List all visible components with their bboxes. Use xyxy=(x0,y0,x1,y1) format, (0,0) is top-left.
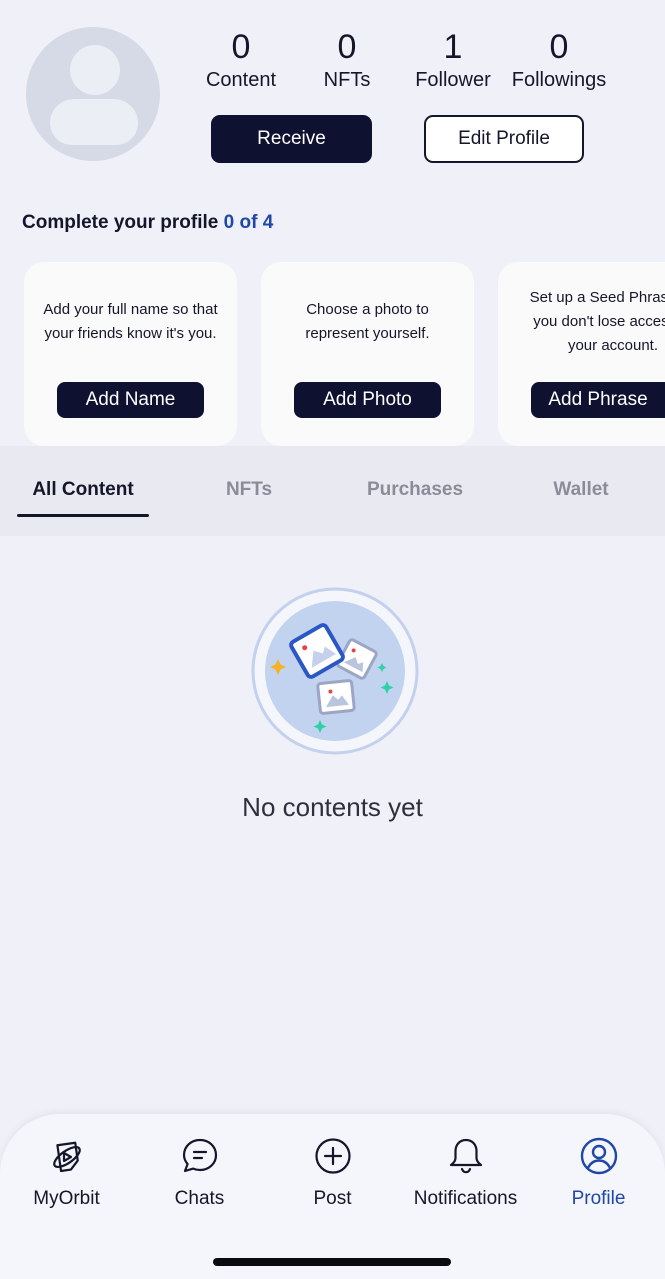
profile-screen: 0 Content 0 NFTs 1 Follower 0 Followings… xyxy=(0,0,665,1279)
avatar-body-shape xyxy=(50,99,138,145)
stat-followings[interactable]: 0 Followings xyxy=(504,28,614,93)
stat-nfts[interactable]: 0 NFTs xyxy=(292,28,402,93)
home-indicator[interactable] xyxy=(213,1258,451,1266)
images-illustration-icon xyxy=(251,587,419,755)
stat-value: 1 xyxy=(443,28,463,66)
profile-task-card-photo: Choose a photo to represent yourself. Ad… xyxy=(261,262,474,446)
profile-task-card-name: Add your full name so that your friends … xyxy=(24,262,237,446)
nav-item-profile[interactable]: Profile xyxy=(532,1136,665,1210)
stat-value: 0 xyxy=(231,28,251,66)
empty-state-text: No contents yet xyxy=(242,792,423,822)
avatar-head-shape xyxy=(70,45,120,95)
complete-profile-progress: 0 of 4 xyxy=(223,212,274,233)
nav-label: Post xyxy=(313,1188,352,1209)
nav-label: Chats xyxy=(174,1188,225,1209)
stat-followers[interactable]: 1 Follower xyxy=(398,28,508,93)
user-circle-icon xyxy=(580,1137,617,1175)
add-name-button[interactable]: Add Name xyxy=(57,382,204,418)
nav-label: Notifications xyxy=(413,1188,518,1209)
stat-label: Followings xyxy=(511,69,607,91)
complete-profile-title: Complete your profile 0 of 4 xyxy=(22,212,273,234)
nav-label: MyOrbit xyxy=(33,1188,100,1209)
orbit-icon xyxy=(52,1141,81,1173)
stat-label: NFTs xyxy=(323,69,371,91)
stat-value: 0 xyxy=(549,28,569,66)
stat-label: Content xyxy=(205,69,277,91)
bottom-nav: MyOrbit Chats Post Notifications Profile xyxy=(0,1114,665,1279)
nav-item-notifications[interactable]: Notifications xyxy=(399,1136,532,1210)
tab-all-content[interactable]: All Content xyxy=(17,479,149,501)
bell-icon xyxy=(449,1138,482,1174)
tab-purchases[interactable]: Purchases xyxy=(345,479,485,501)
tab-nfts[interactable]: NFTs xyxy=(189,479,309,501)
edit-profile-button[interactable]: Edit Profile xyxy=(424,115,584,163)
receive-button[interactable]: Receive xyxy=(211,115,372,163)
card-description: Set up a Seed Phrase so you don't lose a… xyxy=(529,289,665,354)
tab-wallet[interactable]: Wallet xyxy=(521,479,641,501)
stat-label: Follower xyxy=(415,69,491,91)
stat-value: 0 xyxy=(337,28,357,66)
add-phrase-button[interactable]: Add Phrase xyxy=(531,382,665,418)
active-tab-indicator xyxy=(17,514,149,517)
nav-label: Profile xyxy=(571,1188,626,1209)
card-description: Choose a photo to represent yourself. xyxy=(305,301,430,342)
card-description: Add your full name so that your friends … xyxy=(43,301,218,342)
avatar[interactable] xyxy=(26,27,160,161)
chat-bubble-icon xyxy=(182,1138,217,1173)
complete-profile-label: Complete your profile xyxy=(22,212,219,233)
content-tabs: All Content NFTs Purchases Wallet xyxy=(0,446,665,536)
add-photo-button[interactable]: Add Photo xyxy=(294,382,441,418)
stat-content[interactable]: 0 Content xyxy=(186,28,296,93)
nav-item-chats[interactable]: Chats xyxy=(133,1136,266,1210)
plus-circle-icon xyxy=(314,1138,351,1174)
profile-task-card-phrase: Set up a Seed Phrase so you don't lose a… xyxy=(498,262,665,446)
nav-item-myorbit[interactable]: MyOrbit xyxy=(0,1136,133,1210)
nav-item-post[interactable]: Post xyxy=(266,1136,399,1210)
